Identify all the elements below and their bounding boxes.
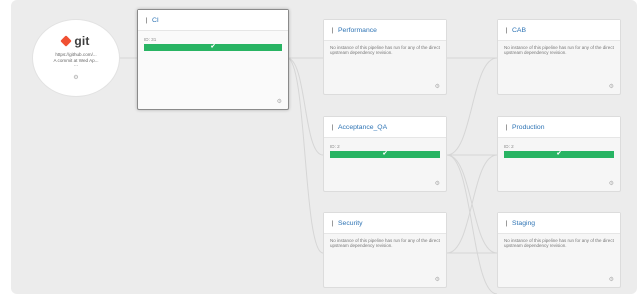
pipeline-name-link[interactable]: CAB — [512, 27, 526, 34]
pipeline-card-cab[interactable]: ❙ CAB No instance of this pipeline has r… — [497, 19, 621, 95]
pipeline-run-label[interactable]: ID: 2 — [330, 144, 440, 149]
pipeline-header: ❙ Security — [324, 213, 446, 234]
pipeline-card-acceptance-qa[interactable]: ❙ Acceptance_QA ID: 2 ✔ ⚙ — [323, 116, 447, 192]
link-acc-down — [446, 154, 498, 294]
pipeline-card-security[interactable]: ❙ Security No instance of this pipeline … — [323, 212, 447, 288]
no-instance-message: No instance of this pipeline has run for… — [504, 238, 614, 249]
pipeline-header: ❙ Performance — [324, 20, 446, 41]
material-url: https://github.com/... — [55, 52, 97, 57]
pipeline-card-performance[interactable]: ❙ Performance No instance of this pipeli… — [323, 19, 447, 95]
stage-status-bar[interactable]: ✔ — [504, 151, 614, 158]
pipeline-header: ❙ Staging — [498, 213, 620, 234]
pipeline-icon: ❙ — [330, 220, 336, 227]
pipeline-card-production[interactable]: ❙ Production ID: 2 ✔ ⚙ — [497, 116, 621, 192]
pipeline-name-link[interactable]: Security — [338, 220, 363, 227]
material-git[interactable]: git https://github.com/... A commit at W… — [32, 19, 120, 97]
pipeline-icon: ❙ — [504, 124, 510, 131]
gear-icon[interactable]: ⚙ — [609, 180, 614, 187]
pipeline-icon: ❙ — [144, 17, 150, 24]
gear-icon[interactable]: ⚙ — [277, 98, 282, 105]
pipeline-name-link[interactable]: Acceptance_QA — [338, 124, 387, 131]
gear-icon[interactable]: ⚙ — [435, 276, 440, 283]
pipeline-header: ❙ CAB — [498, 20, 620, 41]
pipeline-icon: ❙ — [330, 124, 336, 131]
git-logo: git — [33, 33, 119, 49]
pipeline-header: ❙ Production — [498, 117, 620, 138]
no-instance-message: No instance of this pipeline has run for… — [330, 238, 440, 249]
link-acc-cab — [446, 57, 498, 156]
stage-status-bar[interactable]: ✔ — [330, 151, 440, 158]
pipeline-run-label[interactable]: ID: 2 — [504, 144, 614, 149]
material-type: git — [74, 34, 90, 48]
gear-icon[interactable]: ⚙ — [435, 83, 440, 90]
check-icon: ✔ — [382, 151, 388, 157]
git-icon — [60, 35, 73, 47]
gear-icon[interactable]: ⚙ — [609, 276, 614, 283]
pipeline-icon: ❙ — [504, 220, 510, 227]
check-icon: ✔ — [556, 151, 562, 157]
pipeline-card-ci[interactable]: ❙ CI ID: 31 ✔ ⚙ — [137, 9, 289, 110]
link-sec-production — [446, 154, 498, 254]
gear-icon[interactable]: ⚙ — [435, 180, 440, 187]
pipeline-icon: ❙ — [504, 27, 510, 34]
pipeline-name-link[interactable]: CI — [152, 17, 159, 24]
material-more[interactable]: ... — [33, 63, 119, 68]
link-ci-acceptance — [286, 57, 324, 156]
pipeline-name-link[interactable]: Production — [512, 124, 545, 131]
pipeline-card-staging[interactable]: ❙ Staging No instance of this pipeline h… — [497, 212, 621, 288]
pipeline-header: ❙ Acceptance_QA — [324, 117, 446, 138]
link-ci-security — [286, 57, 324, 254]
value-stream-map: git https://github.com/... A commit at W… — [11, 0, 637, 294]
pipeline-header: ❙ CI — [138, 10, 288, 31]
no-instance-message: No instance of this pipeline has run for… — [330, 45, 440, 56]
stage-status-bar[interactable]: ✔ — [144, 44, 282, 51]
pipeline-run-label[interactable]: ID: 31 — [144, 37, 282, 42]
pipeline-name-link[interactable]: Performance — [338, 27, 377, 34]
check-icon: ✔ — [210, 44, 216, 50]
pipeline-icon: ❙ — [330, 27, 336, 34]
no-instance-message: No instance of this pipeline has run for… — [504, 45, 614, 56]
gear-icon[interactable]: ⚙ — [609, 83, 614, 90]
pipeline-name-link[interactable]: Staging — [512, 220, 535, 227]
gear-icon[interactable]: ⚙ — [33, 74, 119, 81]
